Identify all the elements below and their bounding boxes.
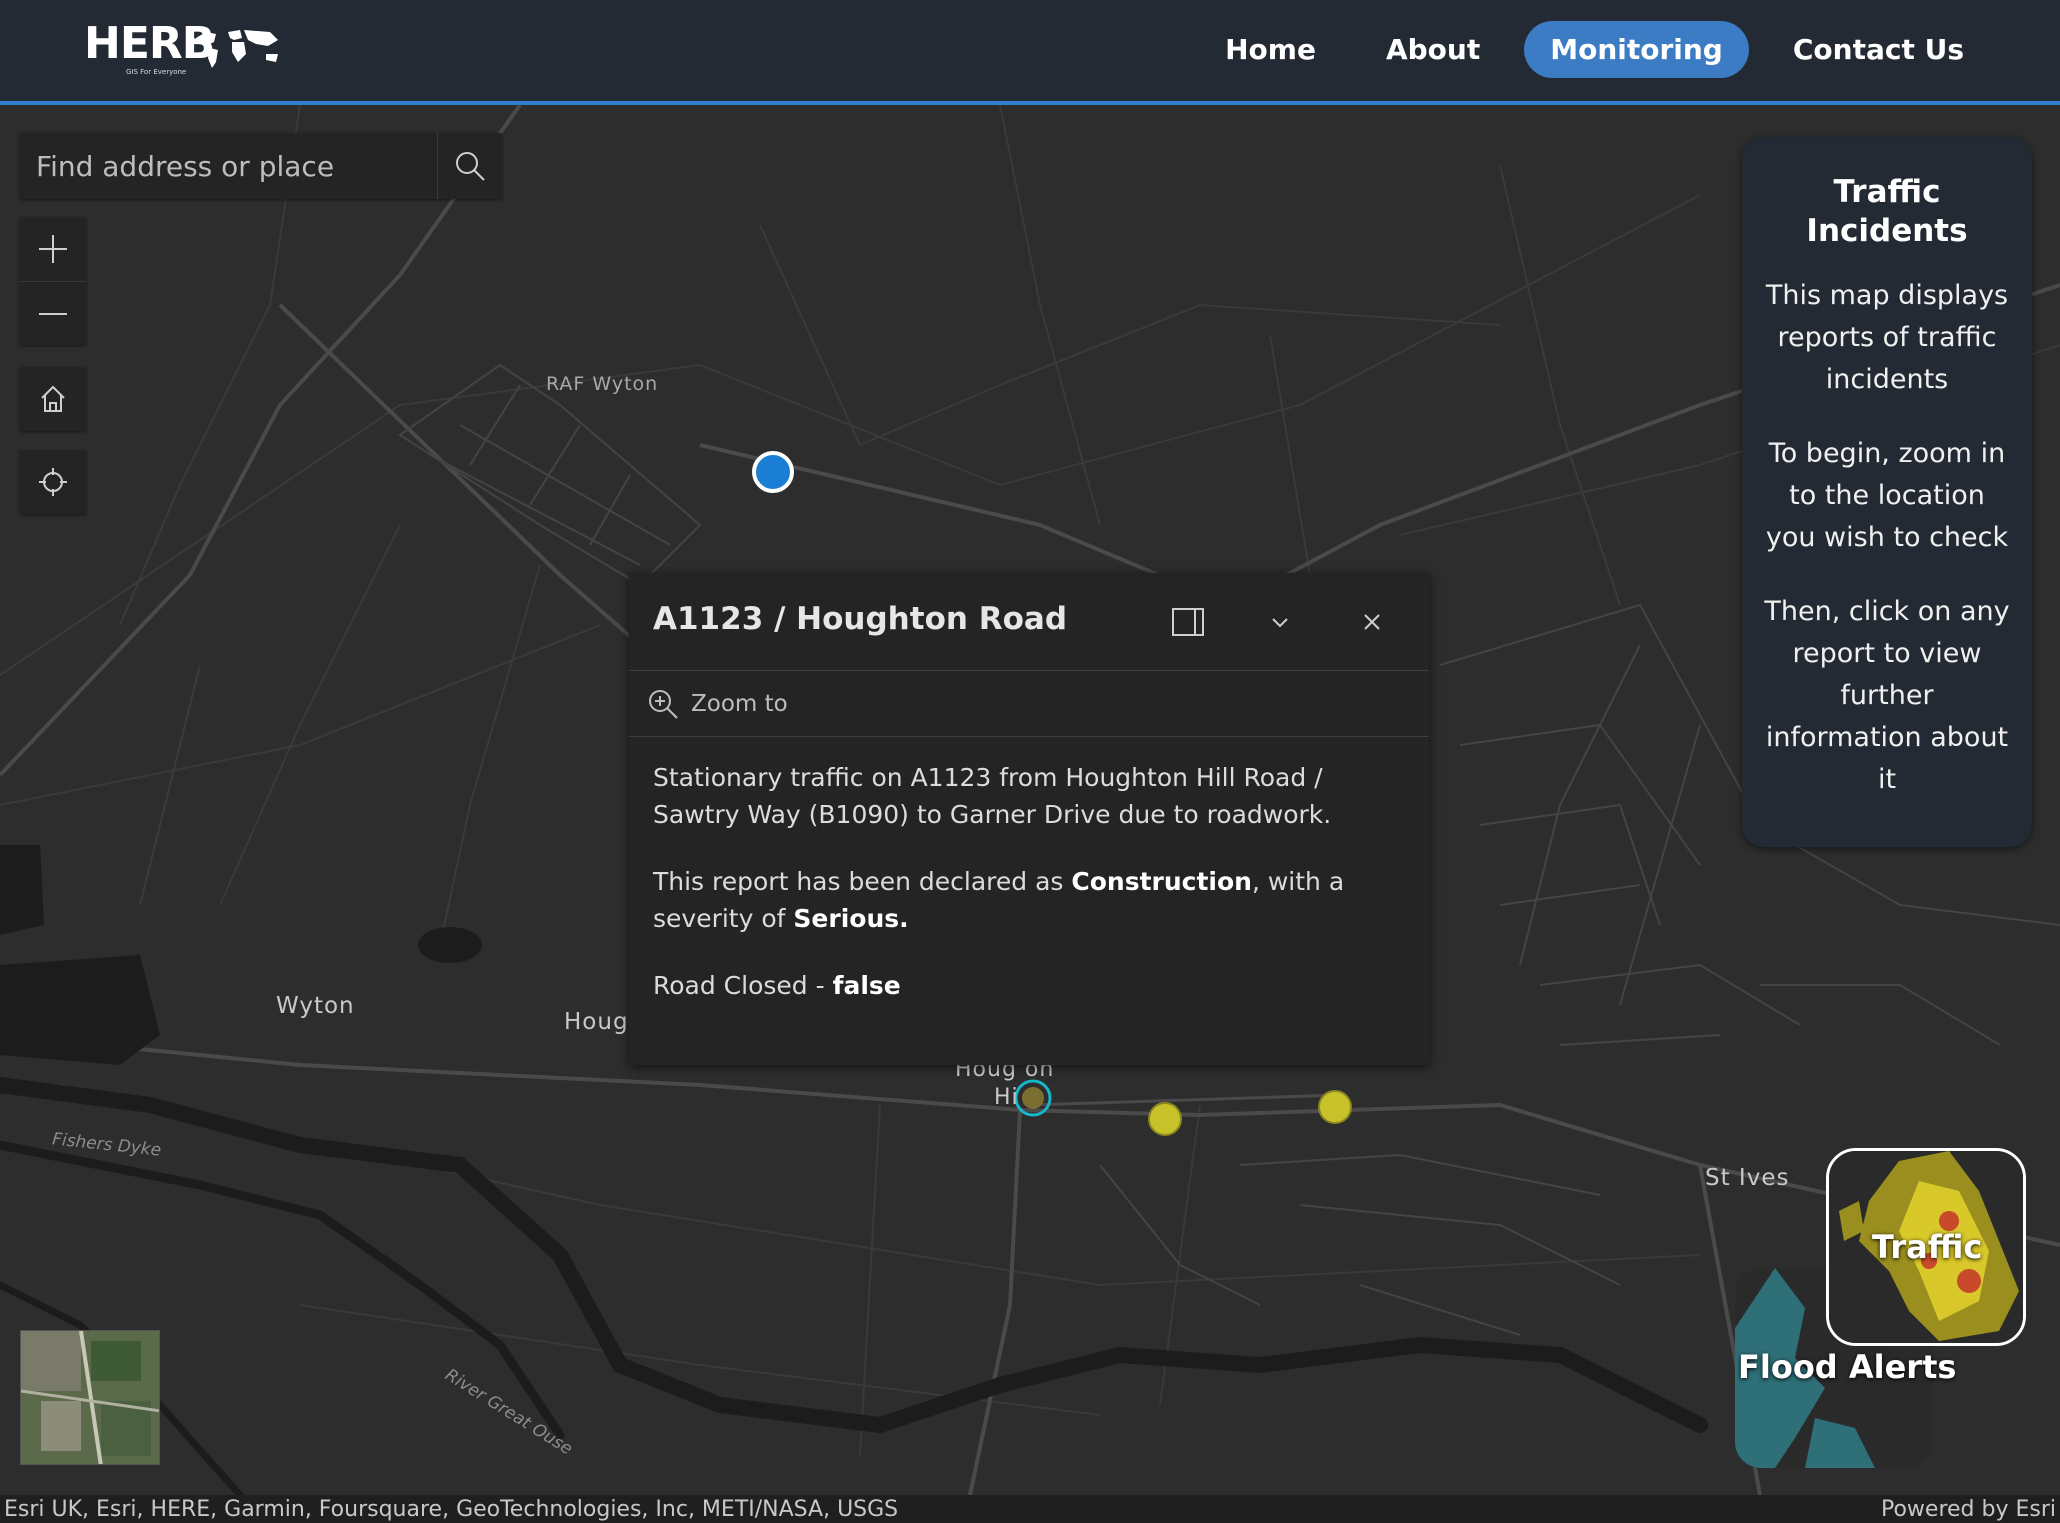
nav-monitoring[interactable]: Monitoring xyxy=(1524,21,1749,78)
home-control xyxy=(20,367,86,431)
basemap-toggle[interactable] xyxy=(20,1330,160,1465)
map-attribution: Esri UK, Esri, HERE, Garmin, Foursquare,… xyxy=(0,1495,2060,1523)
zoom-in-button[interactable] xyxy=(20,217,86,281)
road-closed-status: Road Closed - false xyxy=(653,971,901,1000)
world-map-icon xyxy=(196,30,278,68)
traffic-label: Traffic xyxy=(1872,1228,1983,1266)
zoom-to-label: Zoom to xyxy=(691,690,788,717)
incident-description: Stationary traffic on A1123 from Houghto… xyxy=(653,763,1332,829)
incident-classification: This report has been declared as Constru… xyxy=(653,867,1345,933)
zoom-in-icon xyxy=(649,689,678,719)
map-label-raf-wyton: RAF Wyton xyxy=(546,373,659,395)
dock-icon[interactable] xyxy=(1171,605,1205,639)
app-header: HERB GIS For Everyone Home About Monitor… xyxy=(0,0,2060,105)
road-closed-value: false xyxy=(832,971,901,1000)
attribution-text: Esri UK, Esri, HERE, Garmin, Foursquare,… xyxy=(4,1496,899,1522)
popup-title: A1123 / Houghton Road xyxy=(653,601,1068,637)
search-widget xyxy=(20,133,502,199)
popup-body: Stationary traffic on A1123 from Houghto… xyxy=(629,737,1429,1056)
close-icon[interactable] xyxy=(1357,607,1387,637)
search-input[interactable] xyxy=(20,133,438,199)
powered-by-link[interactable]: Powered by Esri xyxy=(1881,1497,2056,1522)
incident-marker[interactable] xyxy=(1148,1102,1182,1136)
popup-actions: Zoom to xyxy=(629,671,1429,737)
info-paragraph: This map displays reports of traffic inc… xyxy=(1765,280,2009,395)
map-label-st-ives: St Ives xyxy=(1705,1165,1790,1191)
map-label-wyton: Wyton xyxy=(276,993,355,1019)
nav-about[interactable]: About xyxy=(1360,21,1506,78)
info-panel: Traffic Incidents This map displays repo… xyxy=(1742,137,2032,847)
logo-tagline: GIS For Everyone xyxy=(126,68,187,76)
map-label-houghton-hill-2: Hi xyxy=(994,1085,1019,1110)
home-button[interactable] xyxy=(20,367,86,431)
plus-icon xyxy=(39,235,67,263)
satellite-thumbnail xyxy=(21,1331,159,1464)
incident-popup: A1123 / Houghton Road Zoom to Stationary… xyxy=(629,573,1429,1065)
minus-icon xyxy=(39,312,67,315)
zoom-out-button[interactable] xyxy=(20,281,86,345)
incident-marker[interactable] xyxy=(1318,1090,1352,1124)
chevron-down-icon[interactable] xyxy=(1265,607,1295,637)
herb-logo[interactable]: HERB GIS For Everyone xyxy=(84,18,284,82)
map-label-houghton: Hougl xyxy=(564,1009,636,1035)
location-marker[interactable] xyxy=(752,451,794,493)
nav-contact-us[interactable]: Contact Us xyxy=(1767,21,1990,78)
info-title: Traffic Incidents xyxy=(1806,174,1968,249)
flood-alerts-label: Flood Alerts xyxy=(1738,1348,1957,1386)
main-nav: Home About Monitoring Contact Us xyxy=(1199,21,1990,78)
locate-button[interactable] xyxy=(20,450,86,514)
home-icon xyxy=(41,385,65,412)
crosshair-icon xyxy=(39,468,67,496)
info-paragraph: To begin, zoom in to the location you wi… xyxy=(1765,438,2009,553)
incident-severity: Serious. xyxy=(793,904,909,933)
popup-header: A1123 / Houghton Road xyxy=(629,573,1429,671)
info-paragraph: Then, click on any report to view furthe… xyxy=(1764,596,2010,795)
incident-type: Construction xyxy=(1071,867,1252,896)
zoom-to-button[interactable]: Zoom to xyxy=(647,688,788,720)
locate-control xyxy=(20,450,86,514)
zoom-controls xyxy=(20,217,86,345)
nav-home[interactable]: Home xyxy=(1199,21,1342,78)
search-button[interactable] xyxy=(438,133,502,199)
search-icon xyxy=(456,152,485,181)
